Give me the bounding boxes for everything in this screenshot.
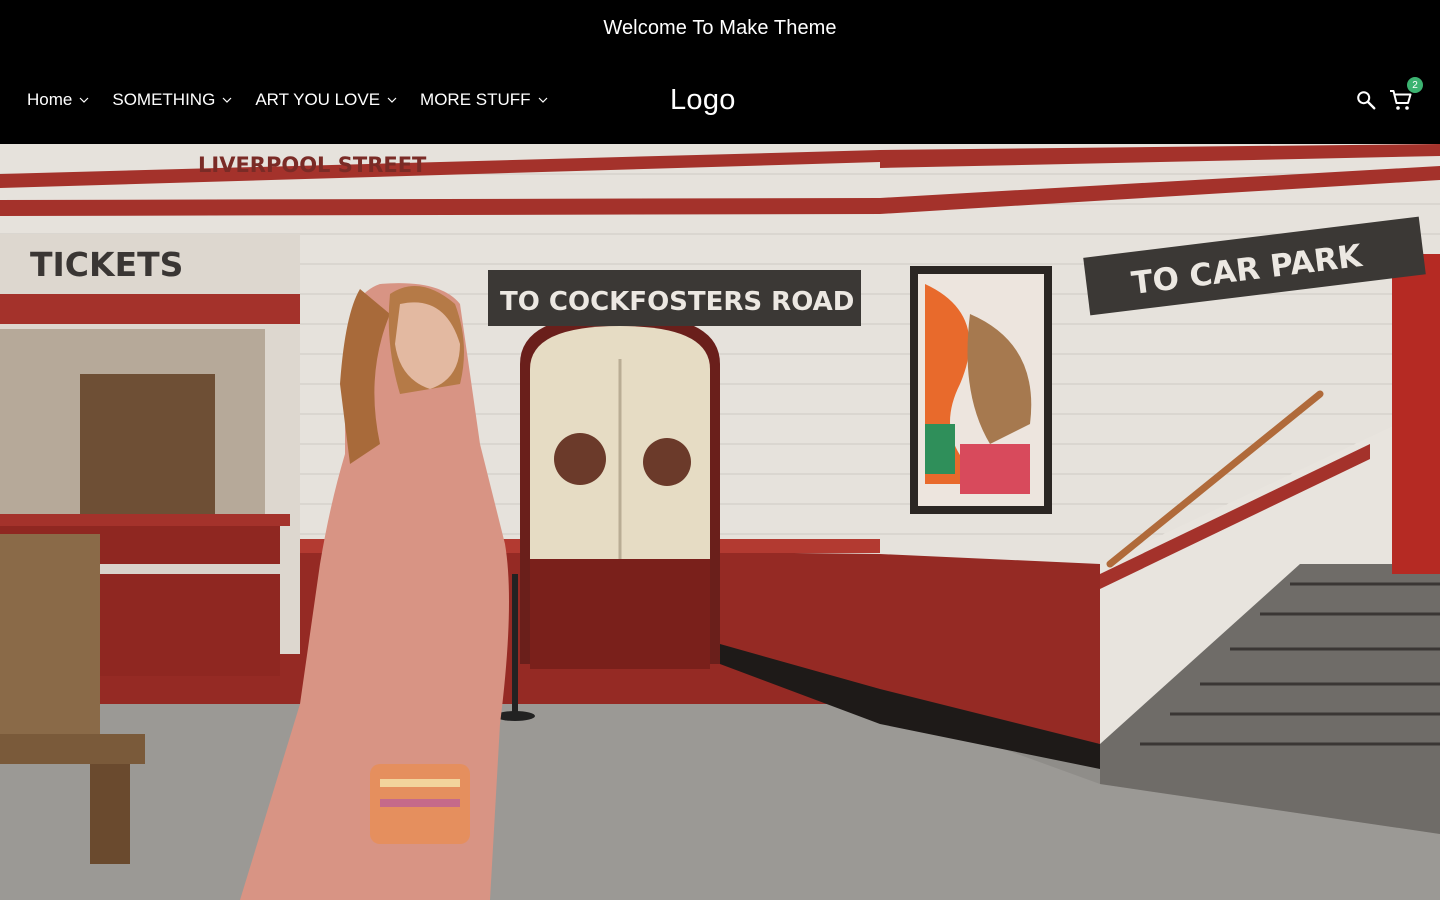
chevron-down-icon bbox=[77, 93, 91, 107]
search-button[interactable] bbox=[1353, 87, 1379, 113]
chevron-down-icon bbox=[385, 93, 399, 107]
main-nav: Home SOMETHING ART YOU LOVE MORE STUFF bbox=[27, 56, 571, 144]
sign-tickets: TICKETS bbox=[30, 245, 183, 284]
hero-image: LIVERPOOL STREET TICKETS TO COCKFOSTERS … bbox=[0, 144, 1440, 900]
sign-cockfosters-road: TO COCKFOSTERS ROAD bbox=[500, 287, 854, 317]
nav-item-label: SOMETHING bbox=[112, 90, 216, 109]
logo-text: Logo bbox=[670, 83, 736, 116]
search-icon bbox=[1357, 91, 1376, 110]
announcement-text: Welcome To Make Theme bbox=[603, 16, 837, 39]
nav-item-more-stuff[interactable]: MORE STUFF bbox=[420, 80, 550, 120]
site-header: Home SOMETHING ART YOU LOVE MORE STUFF L… bbox=[0, 56, 1440, 144]
announcement-bar: Welcome To Make Theme bbox=[0, 0, 1440, 56]
cart-button[interactable]: 2 bbox=[1388, 77, 1423, 113]
nav-item-label: Home bbox=[27, 90, 73, 109]
header-actions: 2 bbox=[1353, 56, 1423, 144]
nav-item-label: ART YOU LOVE bbox=[255, 90, 381, 109]
chevron-down-icon bbox=[220, 93, 234, 107]
cart-icon bbox=[1390, 90, 1412, 110]
cart-count-badge: 2 bbox=[1407, 77, 1423, 93]
nav-item-label: MORE STUFF bbox=[420, 90, 531, 109]
chevron-down-icon bbox=[536, 93, 550, 107]
site-logo[interactable]: Logo bbox=[670, 56, 736, 144]
nav-item-something[interactable]: SOMETHING bbox=[112, 80, 234, 120]
nav-item-art-you-love[interactable]: ART YOU LOVE bbox=[255, 80, 399, 120]
nav-item-home[interactable]: Home bbox=[27, 80, 91, 120]
sign-liverpool-street: LIVERPOOL STREET bbox=[198, 153, 427, 177]
hero-banner[interactable]: LIVERPOOL STREET TICKETS TO COCKFOSTERS … bbox=[0, 144, 1440, 900]
